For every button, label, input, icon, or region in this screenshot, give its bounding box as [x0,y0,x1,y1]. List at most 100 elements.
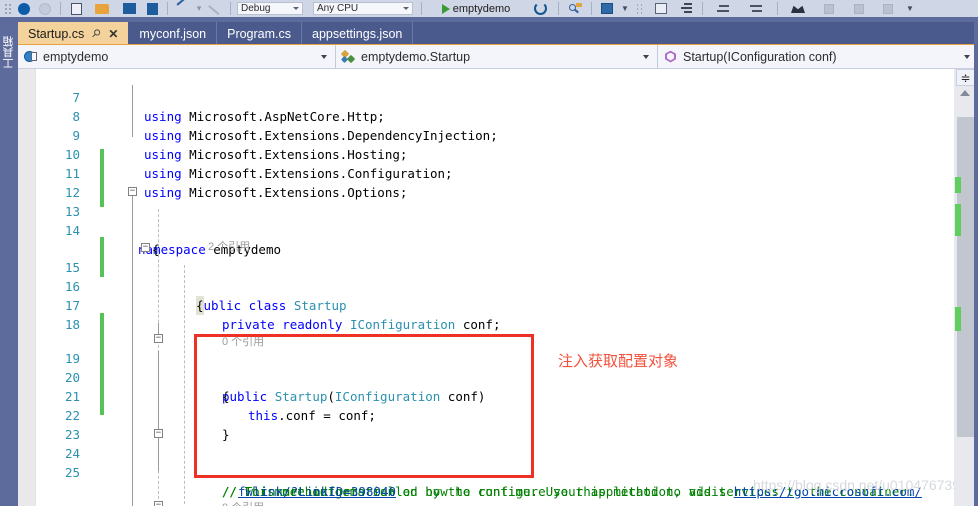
code-line: 17 private readonly IConfiguration conf; [36,277,978,332]
code-line: 21 this.conf = conf; [36,368,978,423]
code-line: 25 // For more information on how to con… [36,444,978,506]
undo-icon[interactable] [172,0,194,17]
toolbox-tab-label: 工具箱 [3,35,15,69]
member-dropdown[interactable]: Startup(IConfiguration conf) [658,45,978,68]
type-dropdown[interactable]: emptydemo.Startup [336,45,658,68]
start-debug-button[interactable]: emptydemo [426,0,526,17]
code-line: 23 [36,406,978,442]
platform-dropdown[interactable]: Any CPU [309,0,417,17]
debug-config-dropdown[interactable]: Debug [235,0,305,17]
comment-icon[interactable] [648,0,674,17]
class-icon [340,49,356,63]
close-icon[interactable]: ✕ [108,27,118,41]
scroll-change-marker [955,204,961,236]
code-line: 11 using Microsoft.Extensions.Options; [36,145,978,200]
undo-dropdown-icon[interactable]: ▾ [194,0,204,17]
toolbar-divider [591,2,592,15]
window-dropdown-icon[interactable]: ▼ [618,0,632,17]
split-view-button[interactable]: ≑ [956,69,975,86]
code-line: 9 using Microsoft.Extensions.Hosting; [36,107,978,162]
start-debug-label: emptydemo [452,2,511,15]
fold-toggle-icon[interactable]: − [128,187,137,196]
editor-navigation-bar: emptydemo emptydemo.Startup Startup(ICon… [18,45,978,69]
code-line: 19 − public Startup(IConfiguration conf) [36,330,978,405]
placeholder-icon-1[interactable] [814,0,844,17]
debug-config-value: Debug [241,3,271,14]
fold-toggle-icon[interactable]: − [154,334,163,343]
code-line: 10 using Microsoft.Extensions.Configurat… [36,126,978,181]
toolbar-divider [167,2,168,15]
tab-appsettings-json[interactable]: appsettings.json [302,22,414,45]
outdent-icon[interactable] [739,0,773,17]
code-line: 13 − namespace emptydemo [36,183,978,258]
overflow-chevron-icon[interactable]: ▼ [902,0,918,17]
tab-label: myconf.json [139,26,207,41]
project-icon [24,50,37,63]
play-icon [441,3,450,14]
scroll-up-arrow-icon[interactable] [960,90,970,96]
code-line: 22 } [36,387,978,442]
code-line: 18 [36,296,978,332]
find-icon[interactable] [563,0,587,17]
project-dropdown[interactable]: emptydemo [18,45,336,68]
code-line: 16 { [36,258,978,315]
redo-icon[interactable] [204,0,226,17]
tab-label: appsettings.json [312,26,403,41]
pin-icon[interactable]: ⚲ [89,26,104,41]
code-text-surface[interactable]: 7 using Microsoft.AspNetCore.Http; 8 usi… [18,69,938,506]
right-dock-edge [974,17,978,506]
more-icon[interactable] [632,0,648,17]
placeholder-icon-2[interactable] [844,0,874,17]
toolbar-divider [702,2,703,15]
bookmark-icon[interactable] [782,0,814,17]
document-tab-bar: Startup.cs ⚲ ✕ myconf.json Program.cs ap… [18,22,978,45]
chevron-down-icon[interactable] [964,55,970,59]
code-line: 26 − public void ConfigureServices(IServ… [36,497,978,506]
project-dropdown-value: emptydemo [43,49,109,64]
scrollbar-thumb[interactable] [957,117,974,437]
code-line: 20 { [36,349,978,404]
toolbar-divider [777,2,778,15]
save-icon[interactable] [117,0,141,17]
type-dropdown-value: emptydemo.Startup [361,49,471,64]
toolbar-divider [230,2,231,15]
toolbox-tab[interactable]: 工具箱 [0,21,18,83]
fold-toggle-icon[interactable]: − [154,501,163,506]
fold-toggle-icon[interactable]: − [154,429,163,438]
chevron-down-icon[interactable] [643,55,649,59]
indent-icon[interactable] [707,0,739,17]
code-editor[interactable]: 7 using Microsoft.AspNetCore.Http; 8 usi… [18,69,978,506]
save-all-icon[interactable] [141,0,163,17]
new-file-icon[interactable] [65,0,87,17]
method-icon [664,50,677,63]
code-line: 24 − // This method gets called by the r… [36,425,978,500]
tab-startup-cs[interactable]: Startup.cs ⚲ ✕ [18,22,130,45]
uncomment-icon[interactable] [674,0,698,17]
member-dropdown-value: Startup(IConfiguration conf) [683,49,837,64]
main-toolbar: ▾ Debug Any CPU emptydemo ▼ ▼ [0,0,978,17]
toolbar-divider [421,2,422,15]
watermark-text: https://blog.csdn.net/u010476739 [752,477,960,493]
forward-navigate-icon[interactable] [34,0,56,17]
code-line: 8 using Microsoft.Extensions.DependencyI… [36,88,978,143]
fold-toggle-icon[interactable]: − [141,243,150,252]
tab-label: Program.cs [227,26,292,41]
refresh-icon[interactable] [526,0,554,17]
annotation-text: 注入获取配置对象 [558,352,679,370]
code-line: 12 [36,164,978,200]
platform-value: Any CPU [317,3,359,14]
back-navigate-icon[interactable] [14,0,34,17]
window-icon[interactable] [596,0,618,17]
tab-label: Startup.cs [28,26,85,41]
tab-program-cs[interactable]: Program.cs [217,22,303,45]
open-folder-icon[interactable] [87,0,117,17]
toolbar-divider [60,2,61,15]
placeholder-icon-3[interactable] [874,0,902,17]
drag-handle-icon [2,0,14,17]
chevron-down-icon[interactable] [321,55,327,59]
tab-myconf-json[interactable]: myconf.json [129,22,218,45]
toolbar-divider [558,2,559,15]
codelens-row[interactable]: 2 个引用 [36,219,978,253]
code-line: 7 using Microsoft.AspNetCore.Http; [36,69,978,124]
scroll-change-marker [955,177,961,193]
